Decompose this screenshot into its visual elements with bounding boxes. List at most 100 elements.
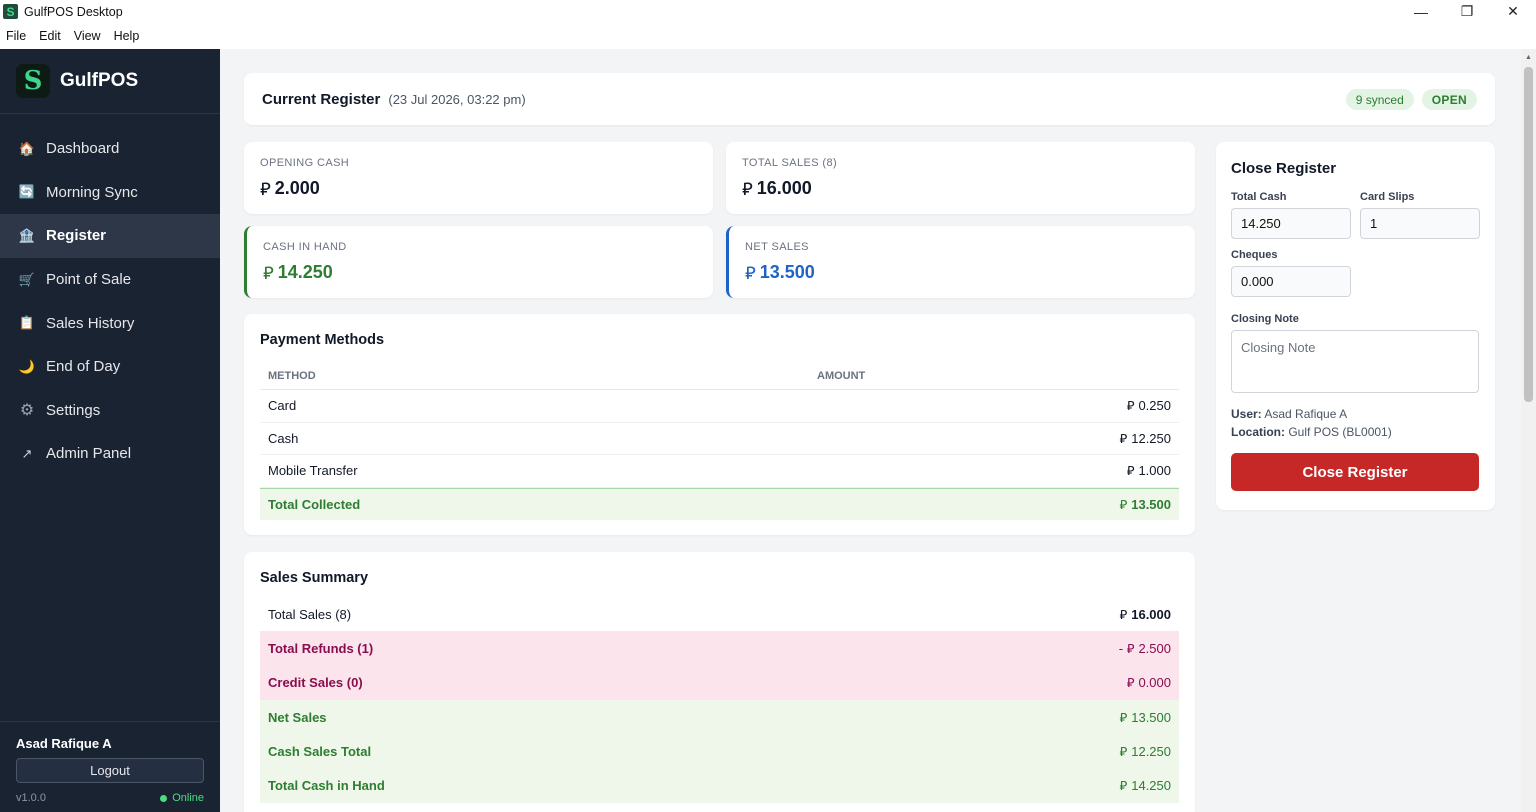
menu-bar: File Edit View Help [0,23,1536,49]
cash-in-hand-card: CASH IN HAND ⃁ 14.250 [244,226,713,298]
menu-edit[interactable]: Edit [39,29,61,43]
total-sales-card: TOTAL SALES (8) ⃁ 16.000 [726,142,1195,214]
payment-amount: 1.000 [1138,463,1171,479]
currency-icon: ⃁ [1119,744,1128,760]
sidebar-item-sales-history[interactable]: 📋 Sales History [0,301,220,345]
currency-icon: ⃁ [1119,497,1128,513]
card-slips-label: Card Slips [1360,191,1415,203]
cash-in-hand-label: CASH IN HAND [263,241,347,253]
opening-cash-card: OPENING CASH ⃁ 2.000 [244,142,713,214]
close-register-card: Close Register Total Cash 14.250 Card Sl… [1216,142,1495,510]
summary-row: Cash Sales Total ⃁ 12.250 [260,734,1179,769]
gear-icon: ⚙ [19,402,35,420]
summary-amount: 14.250 [1131,778,1171,794]
summary-amount: 13.500 [1131,709,1171,725]
currency-icon: ⃁ [1126,464,1135,480]
register-header: Current Register (23 Jul 2026, 03:22 pm)… [244,73,1495,125]
net-sales-label: NET SALES [745,241,809,253]
summary-label: Net Sales [268,709,327,725]
currency-icon: ⃁ [742,179,753,200]
table-header: METHOD AMOUNT [260,363,1179,390]
current-user: Asad Rafique A [16,736,112,751]
scroll-up-icon[interactable]: ▲ [1521,49,1536,66]
brand: S GulfPOS [0,49,220,114]
currency-icon: ⃁ [1126,641,1135,657]
cheques-input[interactable]: 0.000 [1231,266,1351,297]
summary-label: Total Sales (8) [268,606,352,622]
sidebar-item-point-of-sale[interactable]: 🛒 Point of Sale [0,258,220,302]
status-dot-icon [160,794,168,802]
total-cash-label: Total Cash [1231,191,1287,203]
sidebar-item-morning-sync[interactable]: 🔄 Morning Sync [0,171,220,215]
currency-icon: ⃁ [1119,710,1128,726]
window-title: GulfPOS Desktop [24,4,123,19]
column-header-amount: AMOUNT [817,370,866,382]
sidebar-item-label: Settings [46,401,101,419]
payment-amount: 12.250 [1131,430,1171,446]
external-link-icon: ↗ [21,445,33,461]
cash-in-hand-value: 14.250 [277,262,333,282]
net-sales-value: 13.500 [759,262,815,282]
closing-note-textarea[interactable]: Closing Note [1231,330,1479,393]
status-badge: OPEN [1421,89,1477,110]
total-collected-label: Total Collected [268,496,361,512]
bank-icon: 🏦 [18,227,36,243]
column-header-method: METHOD [268,370,316,382]
section-title: Payment Methods [260,332,385,348]
summary-amount: 2.500 [1138,640,1171,656]
synced-badge: 9 synced [1345,89,1414,110]
window-controls: — ❐ ✕ [1398,0,1536,23]
sidebar-item-dashboard[interactable]: 🏠 Dashboard [0,127,220,171]
summary-label: Total Refunds (1) [268,640,374,656]
total-cash-input[interactable]: 14.250 [1231,208,1351,239]
summary-row: Total Refunds (1) - ⃁ 2.500 [260,631,1179,666]
connection-status-label: Online [172,792,204,804]
app-icon: S [3,4,18,19]
summary-label: Total Cash in Hand [268,778,385,794]
summary-row: Net Sales ⃁ 13.500 [260,699,1179,735]
currency-icon: ⃁ [1119,431,1128,447]
menu-file[interactable]: File [6,29,26,43]
sidebar-item-label: Point of Sale [46,271,132,289]
minimize-button[interactable]: — [1398,0,1444,23]
menu-help[interactable]: Help [114,29,140,43]
scrollbar[interactable]: ▲ [1521,49,1536,812]
summary-prefix: - [1118,640,1127,656]
summary-label: Cash Sales Total [268,743,372,759]
restore-button[interactable]: ❐ [1444,0,1490,23]
summary-row: Credit Sales (0) ⃁ 0.000 [260,665,1179,700]
sidebar-item-label: Sales History [46,314,135,332]
close-window-button[interactable]: ✕ [1490,0,1536,23]
logout-button[interactable]: Logout [16,758,204,783]
menu-view[interactable]: View [74,29,101,43]
close-register-title: Close Register [1231,160,1337,177]
sidebar-item-admin-panel[interactable]: ↗ Admin Panel [0,432,220,476]
payment-method: Mobile Transfer [268,463,358,479]
table-row: Mobile Transfer ⃁ 1.000 [260,455,1179,488]
close-register-button[interactable]: Close Register [1231,453,1479,491]
sync-icon: 🔄 [18,184,36,200]
summary-label: Credit Sales (0) [268,675,363,691]
total-sales-label: TOTAL SALES (8) [742,157,838,169]
sidebar-item-label: End of Day [46,358,121,376]
sidebar-footer: Asad Rafique A Logout v1.0.0 Online [0,721,220,812]
connection-status: Online [160,792,204,804]
opening-cash-value: 2.000 [274,178,320,198]
payment-amount: 0.250 [1138,398,1171,414]
sales-summary-card: Sales Summary Total Sales (8) ⃁ 16.000 To… [244,552,1195,812]
total-row: Total Collected ⃁ 13.500 [260,487,1179,520]
sidebar-item-settings[interactable]: ⚙ Settings [0,389,220,433]
total-collected-amount: 13.500 [1131,496,1171,512]
card-slips-input[interactable]: 1 [1360,208,1480,239]
location-value: Gulf POS (BL0001) [1288,425,1392,439]
cheques-label: Cheques [1231,249,1278,261]
payment-method: Cash [268,430,299,446]
scroll-thumb[interactable] [1524,67,1533,402]
sidebar-item-register[interactable]: 🏦 Register [0,214,220,258]
table-row: Cash ⃁ 12.250 [260,423,1179,455]
sidebar-item-end-of-day[interactable]: 🌙 End of Day [0,345,220,389]
sidebar: S GulfPOS 🏠 Dashboard 🔄 Morning Sync 🏦 R… [0,49,220,812]
title-bar: S GulfPOS Desktop — ❐ ✕ [0,0,1536,23]
currency-icon: ⃁ [745,263,756,284]
currency-icon: ⃁ [1119,607,1128,623]
